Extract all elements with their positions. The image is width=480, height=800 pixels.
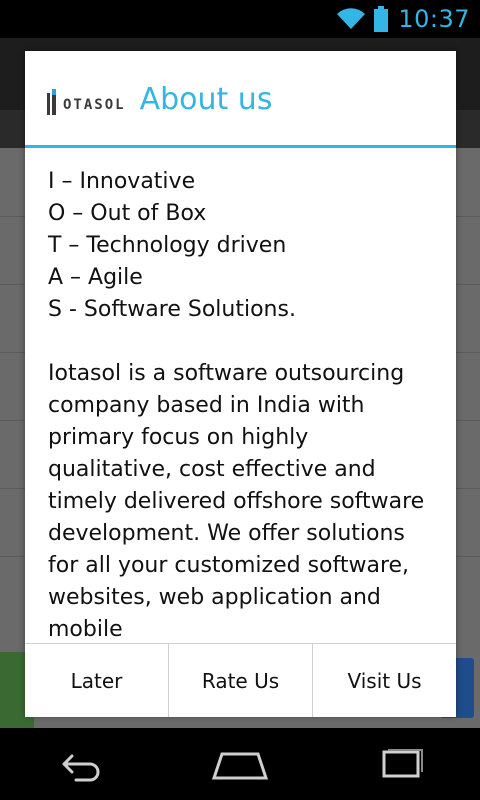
acronym-line: I – Innovative (48, 169, 196, 194)
acronym-line: S - Software Solutions. (48, 297, 296, 322)
acronym-line: T – Technology driven (48, 233, 287, 258)
later-button[interactable]: Later (25, 644, 168, 717)
dialog-title: About us (139, 81, 273, 117)
status-bar: 10:37 (0, 0, 480, 38)
acronym-line: A – Agile (48, 265, 143, 290)
rate-us-button[interactable]: Rate Us (169, 644, 312, 717)
acronym-line: O – Out of Box (48, 201, 207, 226)
home-icon[interactable] (210, 744, 270, 784)
visit-us-button[interactable]: Visit Us (313, 644, 456, 717)
status-clock: 10:37 (398, 5, 470, 33)
logo-mark-icon (47, 89, 61, 115)
wifi-icon (337, 8, 366, 29)
recent-apps-icon[interactable] (370, 744, 430, 784)
back-icon[interactable] (50, 744, 110, 784)
battery-icon (374, 6, 389, 32)
navigation-bar (0, 728, 480, 800)
dialog-scroll-content[interactable]: I – Innovative O – Out of Box T – Techno… (25, 148, 456, 643)
dialog-button-bar: Later Rate Us Visit Us (25, 643, 456, 717)
iotasol-logo: OTASOL (47, 83, 126, 115)
about-dialog: OTASOL About us I – Innovative O – Out o… (25, 51, 456, 717)
company-description: Iotasol is a software outsourcing compan… (48, 361, 425, 642)
logo-wordmark: OTASOL (63, 97, 126, 113)
dialog-header: OTASOL About us (25, 51, 456, 147)
